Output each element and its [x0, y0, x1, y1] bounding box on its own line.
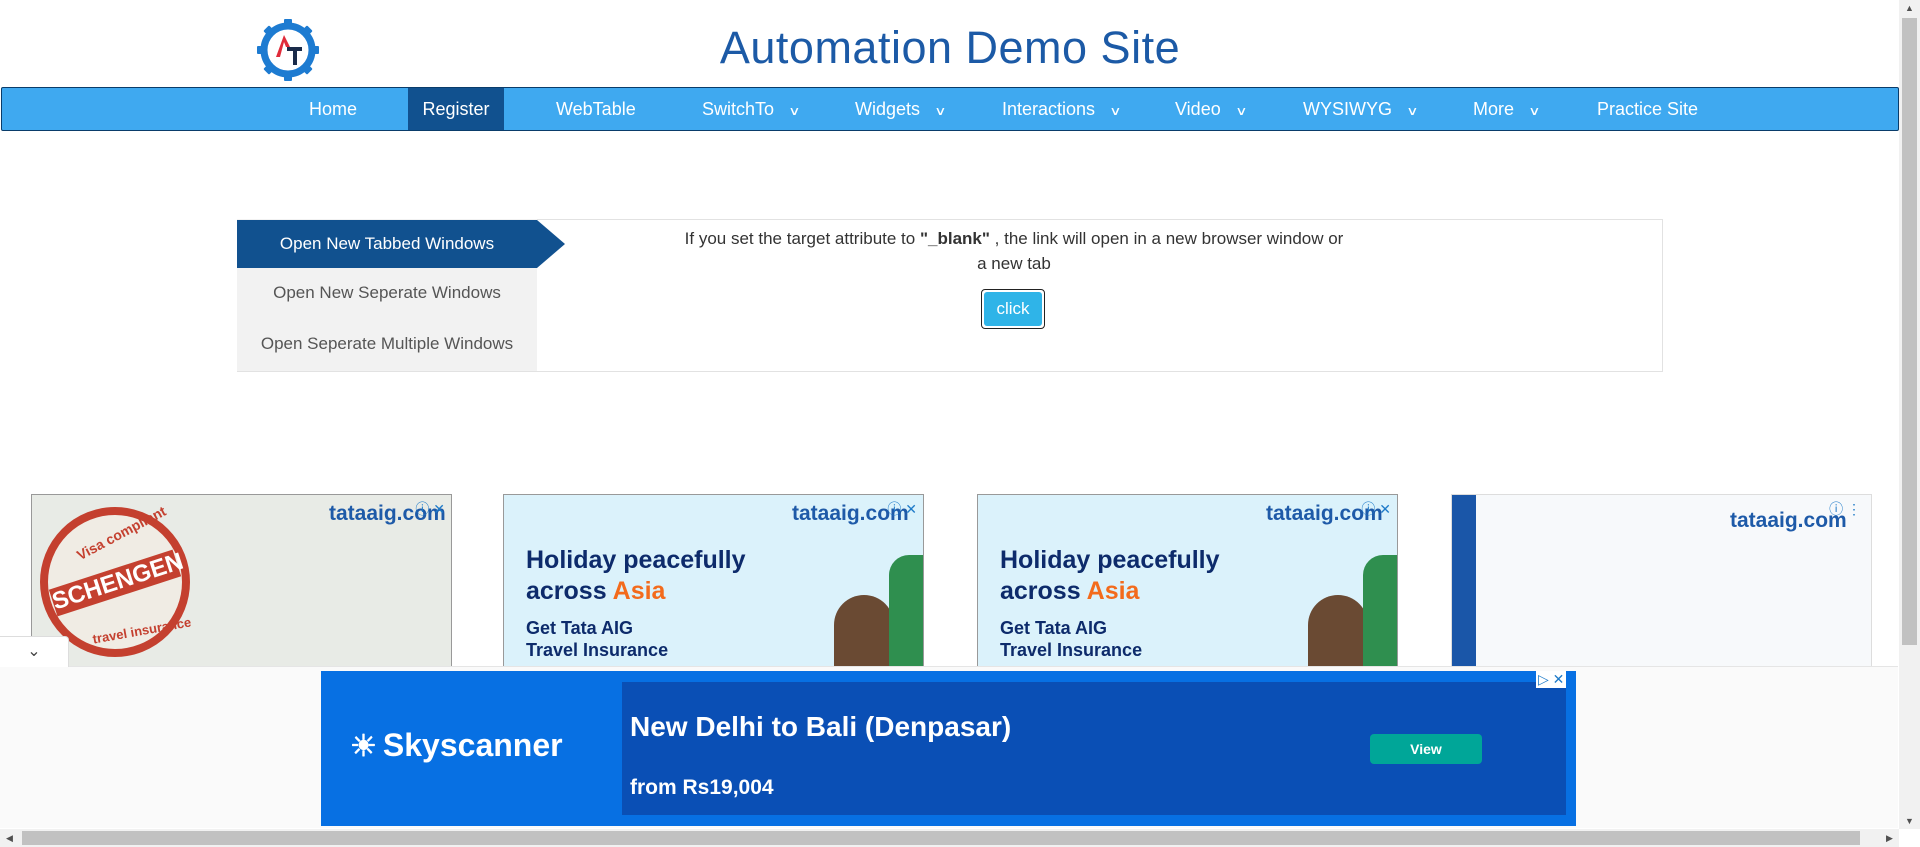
chevron-down-icon: ∨: [934, 104, 947, 118]
nav-video[interactable]: Video ∨: [1175, 88, 1248, 130]
nav-home[interactable]: Home: [309, 88, 357, 130]
skyscanner-route-title: New Delhi to Bali (Denpasar): [630, 711, 1012, 742]
adchoices-close-icon[interactable]: ▷ ✕: [1536, 671, 1567, 688]
nav-wysiwyg[interactable]: WYSIWYG ∨: [1303, 88, 1419, 130]
ad-close-icon[interactable]: ⓘ ✕: [887, 499, 917, 519]
chevron-down-icon: ∨: [788, 104, 801, 118]
active-tab-arrow: [537, 220, 565, 268]
nav-interactions[interactable]: Interactions ∨: [1002, 88, 1122, 130]
skyscanner-brand: Skyscanner: [382, 727, 563, 763]
scroll-down-arrow-icon[interactable]: ▼: [1905, 816, 1914, 826]
ad-info-icon[interactable]: ⓘ ⋮: [1829, 499, 1861, 519]
nav-video-label: Video: [1175, 99, 1221, 119]
ad-schengen[interactable]: SCHENGEN Visa compliant travel insurance…: [31, 494, 452, 668]
nav-practice-site-label: Practice Site: [1597, 99, 1699, 119]
desc-text-bold: "_blank": [919, 229, 990, 248]
ad-headline-line1: Holiday peacefully: [526, 546, 746, 574]
ad-headline-line2b: Asia: [1086, 577, 1140, 605]
desc-text-after: , the link will open in a new browser wi…: [977, 229, 1344, 273]
ad-headline-line2a: across: [526, 577, 613, 605]
sun-icon: ☀: [350, 730, 377, 763]
nav-webtable-label: WebTable: [556, 99, 636, 119]
nav-practice-site[interactable]: Practice Site: [1597, 88, 1698, 130]
nav-home-label: Home: [309, 99, 358, 119]
tab-open-separate-windows-label: Open New Seperate Windows: [273, 283, 501, 302]
ad-subline: Get Tata AIG Travel Insurance: [526, 617, 668, 661]
click-button[interactable]: click: [981, 289, 1045, 329]
ad-close-icon[interactable]: ⓘ ✕: [415, 499, 445, 519]
ad-side-bar: [1452, 495, 1476, 667]
chevron-down-icon: ∨: [1406, 104, 1419, 118]
click-button-label: click: [984, 292, 1042, 326]
ad-person-image: [834, 595, 894, 667]
nav-switchto[interactable]: SwitchTo ∨: [702, 88, 801, 130]
main-navbar: Home Register WebTable SwitchTo ∨ Widgets…: [1, 87, 1899, 131]
ad-subline-2: Travel Insurance: [1000, 640, 1143, 660]
ad-headline: Holiday peacefully across Asia: [526, 545, 746, 607]
chevron-down-icon: ∨: [1234, 104, 1248, 118]
ad-palm-image: [1363, 555, 1397, 667]
ad-close-icon[interactable]: ⓘ ✕: [1361, 499, 1391, 519]
ad-headline-line2b: Asia: [612, 577, 666, 605]
skyscanner-price: from Rs19,004: [630, 776, 774, 799]
page-title: Automation Demo Site: [0, 22, 1900, 74]
skyscanner-logo: ☀ Skyscanner: [350, 727, 563, 764]
ad-person-image: [1308, 595, 1368, 667]
ad-subline-2: Travel Insurance: [526, 640, 669, 660]
ad-tataaig-loading[interactable]: tataaig.com ⓘ ⋮: [1451, 494, 1872, 668]
chevron-down-icon: ∨: [1528, 104, 1541, 118]
scroll-right-arrow-icon[interactable]: ▶: [1886, 833, 1893, 844]
desc-text-before: If you set the target attribute to: [684, 229, 920, 248]
tab-description: If you set the target attribute to "_bla…: [680, 226, 1348, 276]
tab-open-separate-multiple-windows-label: Open Seperate Multiple Windows: [260, 334, 514, 353]
nav-widgets-label: Widgets: [855, 99, 921, 119]
ad-holiday-asia-2[interactable]: tataaig.com Holiday peacefully across Asi…: [977, 494, 1398, 668]
tab-open-tabbed-windows-label: Open New Tabbed Windows: [279, 234, 495, 253]
scroll-up-arrow-icon[interactable]: ▲: [1905, 3, 1914, 13]
tab-open-separate-windows[interactable]: Open New Seperate Windows: [237, 283, 537, 303]
nav-more-label: More: [1473, 99, 1515, 119]
ad-subline-1: Get Tata AIG: [526, 618, 634, 638]
nav-wysiwyg-label: WYSIWYG: [1303, 99, 1392, 119]
vertical-scrollbar-thumb[interactable]: [1902, 18, 1917, 645]
nav-webtable[interactable]: WebTable: [556, 88, 636, 130]
ad-palm-image: [889, 555, 923, 667]
horizontal-scrollbar-thumb[interactable]: [22, 831, 1860, 845]
ad-subline: Get Tata AIG Travel Insurance: [1000, 617, 1142, 661]
ad-headline-line1: Holiday peacefully: [1000, 546, 1220, 574]
ad-holiday-asia-1[interactable]: tataaig.com Holiday peacefully across Asi…: [503, 494, 924, 668]
tab-open-tabbed-windows[interactable]: Open New Tabbed Windows: [237, 220, 537, 268]
ad-headline-line2a: across: [1000, 577, 1087, 605]
ad-subline-1: Get Tata AIG: [1000, 618, 1108, 638]
ad-headline: Holiday peacefully across Asia: [1000, 545, 1220, 607]
nav-register[interactable]: Register: [408, 88, 504, 130]
collapse-ad-button[interactable]: ⌄: [0, 636, 69, 667]
nav-switchto-label: SwitchTo: [702, 99, 775, 119]
nav-interactions-label: Interactions: [1002, 99, 1096, 119]
tab-open-separate-multiple-windows[interactable]: Open Seperate Multiple Windows: [237, 334, 537, 354]
page-title-text: Automation Demo Site: [719, 22, 1181, 73]
nav-more[interactable]: More ∨: [1473, 88, 1541, 130]
nav-register-label: Register: [422, 99, 490, 119]
skyscanner-view-button[interactable]: View: [1370, 734, 1482, 764]
chevron-down-icon: ⌄: [27, 643, 41, 660]
chevron-down-icon: ∨: [1109, 104, 1122, 118]
nav-widgets[interactable]: Widgets ∨: [855, 88, 947, 130]
scroll-left-arrow-icon[interactable]: ◀: [6, 833, 13, 844]
